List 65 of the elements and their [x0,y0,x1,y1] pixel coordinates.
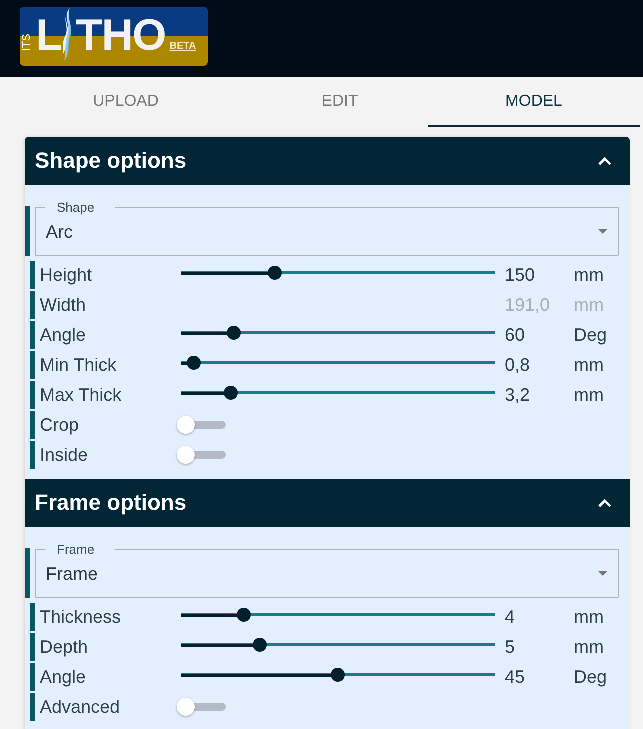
accent-bar [30,663,35,691]
accent-bar [30,603,35,631]
accent-bar [30,321,35,349]
caret-down-icon [598,571,608,576]
value-text: 191,0 [505,294,552,316]
option-label: Width [39,294,88,316]
toggle-switch[interactable] [177,698,226,716]
option-label: Height [39,264,94,286]
accent-bar [25,548,30,598]
value-text: 45 [505,666,526,688]
slider-thumb[interactable] [186,356,201,370]
chevron-up-icon[interactable] [598,498,612,508]
beta-label: BETA [170,41,196,53]
slider-thumb[interactable] [331,668,345,682]
accent-bar [30,411,35,439]
tab[interactable]: MODEL [428,77,640,127]
accent-bar [25,206,30,256]
value-text: 0,8 [505,354,532,376]
option-label: Advanced [39,696,122,718]
accent-bar [30,441,35,469]
dropdown-field[interactable]: Frame Frame [35,542,619,598]
slider-thumb[interactable] [227,326,242,340]
unit-text: mm [574,294,604,316]
slider-thumb[interactable] [268,266,282,280]
value-text: 60 [505,324,526,346]
accent-bar [30,633,35,661]
accent-bar [30,261,35,289]
slider-thumb[interactable] [252,638,266,652]
section-header[interactable]: Shape options [25,137,630,185]
section-header[interactable]: Frame options [25,479,630,527]
dropdown-field[interactable]: Shape Arc [35,200,619,256]
unit-text: mm [574,264,604,286]
slider-thumb[interactable] [224,386,238,400]
unit-text: mm [574,384,604,406]
unit-text: mm [574,354,604,376]
unit-text: Deg [574,324,608,346]
unit-text: mm [574,636,604,658]
option-label: Min Thick [39,354,118,376]
accent-bar [30,381,35,409]
accent-bar [30,291,35,319]
option-label: Thickness [39,606,122,628]
accent-bar [30,693,35,721]
accent-bar [30,351,35,379]
slider-thumb[interactable] [236,608,251,622]
tab[interactable]: EDIT [252,77,428,127]
toggle-switch[interactable] [177,446,226,464]
option-label: Angle [39,666,88,688]
option-label: Max Thick [39,384,123,406]
section-title: Frame options [35,490,187,516]
caret-down-icon [598,229,608,234]
unit-text: mm [574,606,604,628]
unit-text: Deg [574,666,608,688]
logo-text: ITS [22,34,32,52]
option-label: Crop [39,414,80,436]
option-label: Angle [39,324,88,346]
chevron-up-icon[interactable] [598,156,612,166]
section-title: Shape options [35,148,187,174]
option-label: Depth [39,636,90,658]
option-label: Inside [39,444,90,466]
value-text: 5 [505,636,516,658]
value-text: 150 [505,264,536,286]
value-text: 4 [505,606,516,628]
toggle-switch[interactable] [177,416,226,434]
value-text: 3,2 [505,384,532,406]
tab[interactable]: UPLOAD [0,77,252,127]
